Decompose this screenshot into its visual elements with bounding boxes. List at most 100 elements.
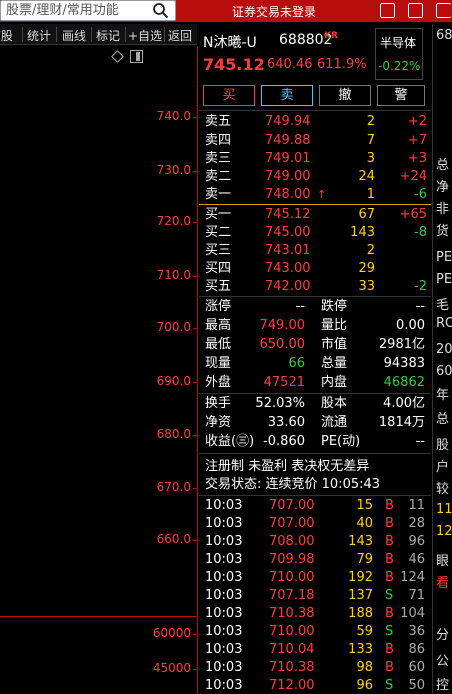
tick-price: 707.18 (269, 588, 315, 603)
strip-label: 毛 (436, 298, 450, 313)
tick-time: 10:03 (205, 588, 243, 603)
ask-row[interactable]: 卖三 749.01 3 +3 (205, 149, 427, 168)
tick-price: 708.00 (269, 534, 315, 549)
stock-name: N沐曦-U (203, 35, 257, 51)
strip-label: 户 (436, 460, 450, 475)
tick-time: 10:03 (205, 678, 243, 693)
tick-row: 10:03 709.98 79 B 46 (205, 550, 427, 569)
tick-direction: B (385, 516, 394, 531)
tick-count: 28 (408, 516, 425, 531)
strip-label: 控 (436, 678, 450, 693)
ask-row[interactable]: 卖二 749.00 24 +24 (205, 167, 427, 186)
stock-flags: 注册制 未盈利 表决权无差异 (205, 459, 370, 474)
volume-divider (0, 616, 198, 617)
bid-row[interactable]: 买五 742.00 33 -2 (205, 277, 427, 296)
tick-count: 71 (408, 588, 425, 603)
strip-label: 分 (436, 628, 450, 643)
tick-time: 10:03 (205, 660, 243, 675)
tick-row: 10:03 707.00 15 B 11 (205, 496, 427, 515)
strip-label: 看 (436, 576, 450, 591)
bid-row[interactable]: 买四 743.00 29 (205, 259, 427, 278)
ask-row[interactable]: 卖五 749.94 2 +2 (205, 112, 427, 131)
price-change: 640.46 (267, 57, 313, 72)
strip-label: 较 (436, 482, 450, 497)
strip-label: 非 (436, 202, 450, 217)
price-label: 660.0 (156, 532, 191, 546)
diamond-icon[interactable] (111, 50, 124, 63)
tick-price: 712.00 (269, 678, 315, 693)
price-label: 670.0 (156, 480, 191, 494)
tick-volume: 98 (356, 660, 373, 675)
tab-mark[interactable]: 标记 (96, 27, 120, 44)
tick-row: 10:03 707.18 137 S 71 (205, 586, 427, 605)
up-arrow-icon: ↑ (317, 188, 327, 201)
strip-label: 60 (436, 364, 452, 379)
sector-change: -0.22% (378, 59, 421, 73)
back-button[interactable]: 返回 (168, 27, 192, 44)
stat-row: 净资 33.60 流通 1814万 (205, 415, 425, 430)
tick-price: 707.00 (269, 498, 315, 513)
search-icon[interactable] (152, 2, 169, 19)
tick-row: 10:03 710.04 133 B 86 (205, 640, 427, 659)
tab-f10[interactable]: F股 (0, 27, 13, 44)
trading-status: 交易状态: 连续竞价 10:05:43 (205, 477, 381, 492)
strip-label: 公 (436, 654, 450, 669)
tab-draw[interactable]: 画线 (62, 27, 86, 44)
tick-volume: 96 (356, 678, 373, 693)
bid-row[interactable]: 买二 745.00 143 -8 (205, 223, 427, 242)
current-price: 745.12 (203, 55, 265, 74)
stat-row: 换手 52.03% 股本 4.00亿 (205, 396, 425, 411)
volume-label: 45000 (152, 661, 191, 675)
tick-volume: 192 (348, 570, 373, 585)
message-icon[interactable] (408, 3, 423, 18)
tick-volume: 133 (348, 642, 373, 657)
bid-row[interactable]: 买三 743.01 2 (205, 241, 427, 260)
ask-row[interactable]: 卖一 748.00 ↑ 1 -6 (205, 185, 427, 204)
add-watchlist-button[interactable]: +自选 (128, 27, 162, 44)
strip-label: 净 (436, 180, 450, 195)
tick-row: 10:03 710.00 192 B 124 (205, 568, 427, 587)
tick-direction: B (385, 498, 394, 513)
tick-volume: 79 (356, 552, 373, 567)
strip-label: 12 (436, 524, 452, 539)
calendar-icon[interactable] (380, 3, 395, 18)
search-input[interactable]: 股票/理财/常用功能 (0, 0, 176, 21)
tick-count: 104 (400, 606, 425, 621)
panel-toggle-icon[interactable] (130, 50, 143, 63)
ask-row[interactable]: 卖四 749.88 7 +7 (205, 131, 427, 150)
tick-count: 86 (408, 642, 425, 657)
tick-direction: S (385, 678, 394, 693)
tick-price: 710.00 (269, 570, 315, 585)
cancel-order-button[interactable]: 撤 (319, 85, 371, 106)
login-status[interactable]: 证券交易未登录 (232, 3, 316, 20)
buy-button[interactable]: 买 (203, 85, 255, 106)
strip-label: PE (436, 250, 452, 265)
chart-toolbar: F股 统计 画线 标记 +自选 返回 (0, 24, 197, 45)
price-chart[interactable]: 740.0 730.0 720.0 710.0 700.0 690.0 680.… (0, 46, 198, 694)
tick-volume: 137 (348, 588, 373, 603)
market-tag: KR (324, 31, 338, 41)
alert-button[interactable]: 警 (377, 85, 425, 106)
tick-row: 10:03 712.00 96 S 50 (205, 676, 427, 694)
stat-row: 涨停 -- 跌停 -- (205, 299, 425, 314)
tick-volume: 15 (356, 498, 373, 513)
strip-label: 20 (436, 342, 452, 357)
right-info-strip[interactable]: 68总净非货PEPE毛RO2060年总股户较1112眼看分公控 (432, 24, 452, 694)
tick-time: 10:03 (205, 552, 243, 567)
change-pct: 611.9% (317, 57, 367, 72)
bid-row[interactable]: 买一 745.12 67 +65 (205, 205, 427, 224)
tick-price: 709.98 (269, 552, 315, 567)
sell-button[interactable]: 卖 (261, 85, 313, 106)
price-label: 740.0 (156, 109, 191, 123)
tab-stats[interactable]: 统计 (27, 27, 51, 44)
tick-direction: B (385, 660, 394, 675)
menu-icon[interactable] (436, 3, 451, 18)
sector-box[interactable]: 半导体 -0.22% (375, 28, 423, 80)
tick-time: 10:03 (205, 498, 243, 513)
tick-row: 10:03 710.38 98 B 60 (205, 658, 427, 677)
tick-time: 10:03 (205, 642, 243, 657)
price-label: 700.0 (156, 320, 191, 334)
stat-row: 最低 650.00 市值 2981亿 (205, 337, 425, 352)
price-label: 710.0 (156, 268, 191, 282)
tick-direction: B (385, 570, 394, 585)
